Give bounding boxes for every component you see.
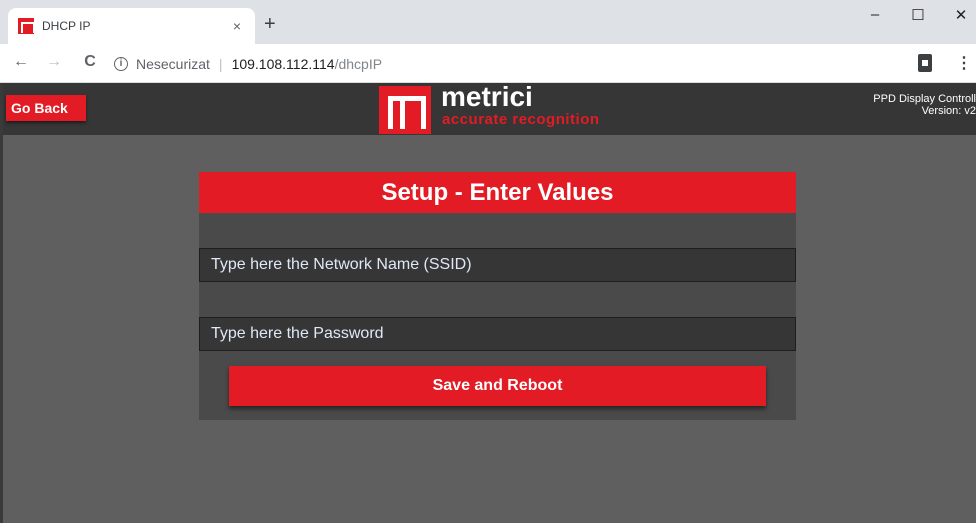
- clipboard-extension-icon[interactable]: [918, 54, 932, 72]
- info-icon[interactable]: i: [114, 57, 128, 71]
- controller-name: PPD Display Controll: [873, 93, 976, 105]
- browser-tabstrip: DHCP IP × + – ☐ ✕: [0, 0, 976, 44]
- metrici-favicon-icon: [18, 18, 35, 34]
- browser-tab[interactable]: DHCP IP ×: [8, 8, 255, 44]
- url-path: /dhcpIP: [334, 56, 383, 72]
- tab-title: DHCP IP: [42, 19, 91, 33]
- maximize-button[interactable]: ☐: [903, 6, 933, 24]
- address-separator: |: [218, 56, 223, 72]
- setup-panel: Setup - Enter Values Save and Reboot: [199, 172, 796, 420]
- save-and-reboot-button[interactable]: Save and Reboot: [229, 366, 766, 406]
- logo-tagline: accurate recognition: [442, 111, 600, 128]
- metrici-logo-icon: [379, 86, 431, 134]
- close-tab-icon[interactable]: ×: [229, 18, 245, 34]
- reload-icon[interactable]: C: [79, 53, 101, 71]
- panel-title: Setup - Enter Values: [199, 172, 796, 213]
- password-input[interactable]: [199, 317, 796, 351]
- app-header: Go Back metrici accurate recognition PPD…: [3, 81, 976, 135]
- back-arrow-icon[interactable]: ←: [10, 53, 32, 71]
- new-tab-button[interactable]: +: [264, 14, 276, 34]
- ssid-input[interactable]: [199, 248, 796, 282]
- close-window-button[interactable]: ✕: [946, 6, 976, 24]
- controller-info: PPD Display Controll Version: v2: [873, 93, 976, 117]
- controller-version: Version: v2: [921, 105, 976, 117]
- url-host: 109.108.112.114: [231, 56, 335, 72]
- browser-menu-icon[interactable]: ⋮: [956, 53, 972, 73]
- address-bar[interactable]: i Nesecurizat | 109.108.112.114/dhcpIP: [114, 50, 940, 78]
- logo-name: metrici: [441, 81, 533, 112]
- minimize-button[interactable]: –: [860, 6, 890, 23]
- go-back-button[interactable]: Go Back: [6, 95, 86, 121]
- security-label: Nesecurizat: [136, 56, 210, 72]
- forward-arrow-icon[interactable]: →: [43, 53, 65, 71]
- page-content: Go Back metrici accurate recognition PPD…: [0, 81, 976, 523]
- browser-toolbar: ← → C i Nesecurizat | 109.108.112.114/dh…: [0, 44, 976, 83]
